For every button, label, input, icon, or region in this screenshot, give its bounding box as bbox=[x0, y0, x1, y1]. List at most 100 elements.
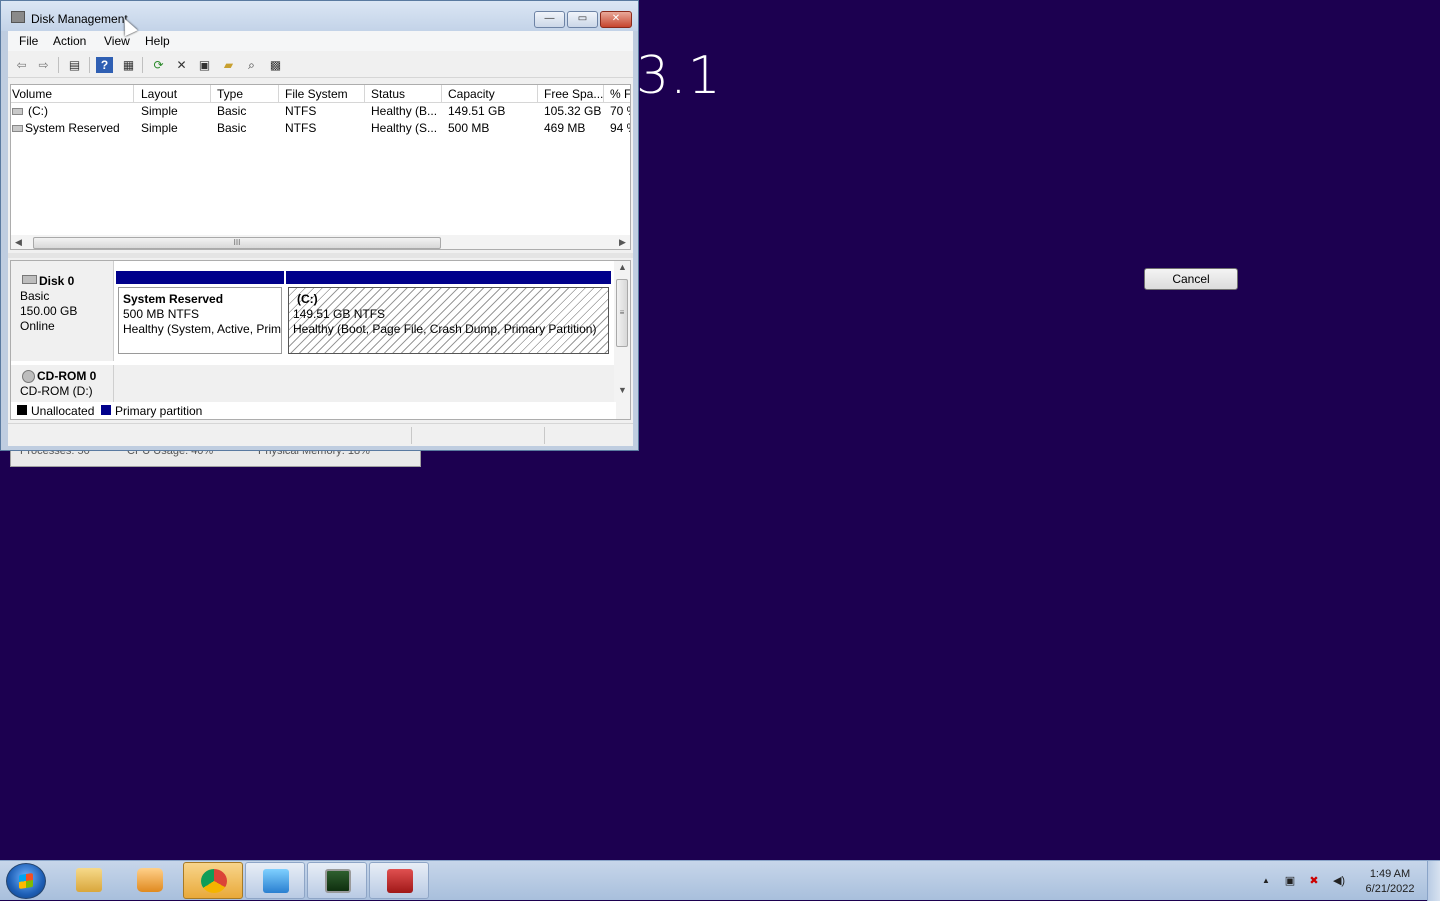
show-hide-tree-icon[interactable]: ▤ bbox=[66, 57, 83, 73]
column-type[interactable]: Type bbox=[217, 87, 243, 101]
column-divider[interactable] bbox=[133, 85, 134, 102]
partition-body: System Reserved 500 MB NTFS Healthy (Sys… bbox=[118, 287, 282, 354]
menu-bar: File Action View Help bbox=[8, 31, 633, 51]
cell-percent-free: 70 % bbox=[610, 104, 630, 118]
cdrom-partition-area[interactable] bbox=[114, 365, 614, 403]
toolbox-icon bbox=[387, 869, 413, 893]
disk-0-info[interactable]: Disk 0 Basic 150.00 GB Online bbox=[11, 261, 114, 361]
partition-bar bbox=[286, 271, 611, 284]
disk-0-state: Online bbox=[20, 319, 55, 333]
horizontal-scroll-thumb[interactable]: III bbox=[33, 237, 441, 249]
volume-icon bbox=[12, 125, 23, 132]
menu-file[interactable]: File bbox=[19, 34, 38, 48]
download-icon bbox=[263, 869, 289, 893]
table-row[interactable]: System Reserved Simple Basic NTFS Health… bbox=[11, 120, 630, 137]
forward-icon[interactable]: ⇨ bbox=[35, 57, 52, 73]
partition-body-selected: (C:) 149.51 GB NTFS Healthy (Boot, Page … bbox=[288, 287, 609, 354]
partition-status: Healthy (Boot, Page File, Crash Dump, Pr… bbox=[293, 322, 597, 336]
chrome-icon bbox=[201, 869, 227, 893]
partition-name: (C:) bbox=[297, 292, 318, 306]
partition-system-reserved[interactable]: System Reserved 500 MB NTFS Healthy (Sys… bbox=[116, 271, 284, 356]
disk-0-name: Disk 0 bbox=[39, 274, 75, 288]
table-row[interactable]: (C:) Simple Basic NTFS Healthy (B... 149… bbox=[11, 103, 630, 120]
disk-management-icon bbox=[11, 11, 25, 23]
menu-view[interactable]: View bbox=[104, 34, 130, 48]
taskbar-chrome[interactable] bbox=[183, 862, 243, 899]
back-icon[interactable]: ⇦ bbox=[13, 57, 30, 73]
taskbar-toolbox[interactable] bbox=[369, 862, 429, 899]
properties-icon[interactable]: ▦ bbox=[120, 57, 137, 73]
legend-primary: Primary partition bbox=[115, 404, 203, 418]
taskbar-download[interactable] bbox=[245, 862, 305, 899]
partition-c[interactable]: (C:) 149.51 GB NTFS Healthy (Boot, Page … bbox=[286, 271, 611, 356]
action-center-icon[interactable]: ✖ bbox=[1307, 874, 1321, 888]
clock-time: 1:49 AM bbox=[1369, 868, 1411, 880]
toolbar-separator bbox=[58, 57, 59, 73]
menu-help[interactable]: Help bbox=[145, 34, 170, 48]
volume-icon bbox=[12, 108, 23, 115]
volume-icon[interactable]: ◀) bbox=[1330, 874, 1348, 888]
windows-explorer-icon bbox=[76, 868, 102, 892]
background-partial-text: 3.1 bbox=[636, 46, 722, 106]
refresh-icon[interactable]: ⟳ bbox=[150, 57, 167, 73]
column-divider[interactable] bbox=[364, 85, 365, 102]
legend: Unallocated Primary partition bbox=[11, 402, 616, 419]
cancel-button[interactable]: Cancel bbox=[1144, 268, 1238, 290]
show-hidden-icons-icon[interactable]: ▲ bbox=[1259, 874, 1273, 888]
column-status[interactable]: Status bbox=[371, 87, 405, 101]
horizontal-scrollbar[interactable]: ◀ III ▶ bbox=[11, 235, 630, 249]
column-divider[interactable] bbox=[278, 85, 279, 102]
vertical-scrollbar[interactable]: ▲ ≡ ▼ bbox=[614, 261, 630, 419]
column-free-space[interactable]: Free Spa... bbox=[544, 87, 603, 101]
disk-0-size: 150.00 GB bbox=[20, 304, 78, 318]
cell-percent-free: 94 % bbox=[610, 121, 630, 135]
taskbar-media-player[interactable] bbox=[120, 862, 180, 899]
column-percent-free[interactable]: % Fr bbox=[610, 87, 630, 101]
settings-icon[interactable]: ▣ bbox=[196, 57, 213, 73]
cell-file-system: NTFS bbox=[285, 104, 317, 118]
show-desktop-button[interactable] bbox=[1427, 861, 1440, 901]
column-volume[interactable]: Volume bbox=[12, 87, 52, 101]
start-button[interactable] bbox=[6, 863, 46, 899]
column-divider[interactable] bbox=[210, 85, 211, 102]
title-bar[interactable]: Disk Management — ▭ ✕ bbox=[1, 1, 638, 31]
column-file-system[interactable]: File System bbox=[285, 87, 348, 101]
taskbar-task-manager[interactable] bbox=[307, 862, 367, 899]
windows-logo-icon bbox=[19, 873, 33, 889]
rescan-icon[interactable]: ▩ bbox=[267, 57, 284, 73]
scroll-right-icon[interactable]: ▶ bbox=[619, 237, 626, 248]
disk-graphical-view: Disk 0 Basic 150.00 GB Online System Res… bbox=[10, 260, 631, 420]
column-divider[interactable] bbox=[603, 85, 604, 102]
scroll-up-icon[interactable]: ▲ bbox=[618, 262, 627, 272]
close-button[interactable]: ✕ bbox=[600, 11, 632, 28]
taskbar-explorer[interactable] bbox=[59, 862, 119, 899]
column-divider[interactable] bbox=[441, 85, 442, 102]
minimize-button[interactable]: — bbox=[534, 11, 565, 28]
task-manager-icon bbox=[325, 869, 351, 893]
maximize-button[interactable]: ▭ bbox=[567, 11, 598, 28]
network-icon[interactable]: ▣ bbox=[1283, 874, 1297, 888]
cdrom-0-info[interactable]: CD-ROM 0 CD-ROM (D:) bbox=[11, 365, 114, 403]
scroll-left-icon[interactable]: ◀ bbox=[15, 237, 22, 248]
search-icon[interactable]: ⌕ bbox=[243, 57, 260, 73]
open-folder-icon[interactable]: ▰ bbox=[220, 57, 237, 73]
scroll-down-icon[interactable]: ▼ bbox=[618, 385, 627, 395]
legend-primary-swatch bbox=[101, 405, 111, 415]
column-capacity[interactable]: Capacity bbox=[448, 87, 495, 101]
column-layout[interactable]: Layout bbox=[141, 87, 177, 101]
toolbar: ⇦ ⇨ ▤ ? ▦ ⟳ ✕ ▣ ▰ ⌕ ▩ bbox=[8, 53, 633, 78]
partition-size: 149.51 GB NTFS bbox=[293, 307, 386, 321]
close-icon: ✕ bbox=[611, 13, 621, 24]
menu-action[interactable]: Action bbox=[53, 34, 86, 48]
partition-status: Healthy (System, Active, Primary Partiti… bbox=[123, 322, 282, 336]
pane-splitter[interactable] bbox=[8, 253, 633, 258]
clock[interactable]: 1:49 AM 6/21/2022 bbox=[1355, 867, 1425, 897]
disk-0-kind: Basic bbox=[20, 289, 50, 303]
cell-free-space: 105.32 GB bbox=[544, 104, 602, 118]
vertical-scroll-thumb[interactable]: ≡ bbox=[616, 279, 628, 347]
help-icon[interactable]: ? bbox=[96, 57, 113, 73]
column-divider[interactable] bbox=[537, 85, 538, 102]
status-bar bbox=[8, 423, 633, 446]
taskbar: ▲ ▣ ✖ ◀) 1:49 AM 6/21/2022 bbox=[0, 860, 1440, 901]
delete-icon[interactable]: ✕ bbox=[173, 57, 190, 73]
